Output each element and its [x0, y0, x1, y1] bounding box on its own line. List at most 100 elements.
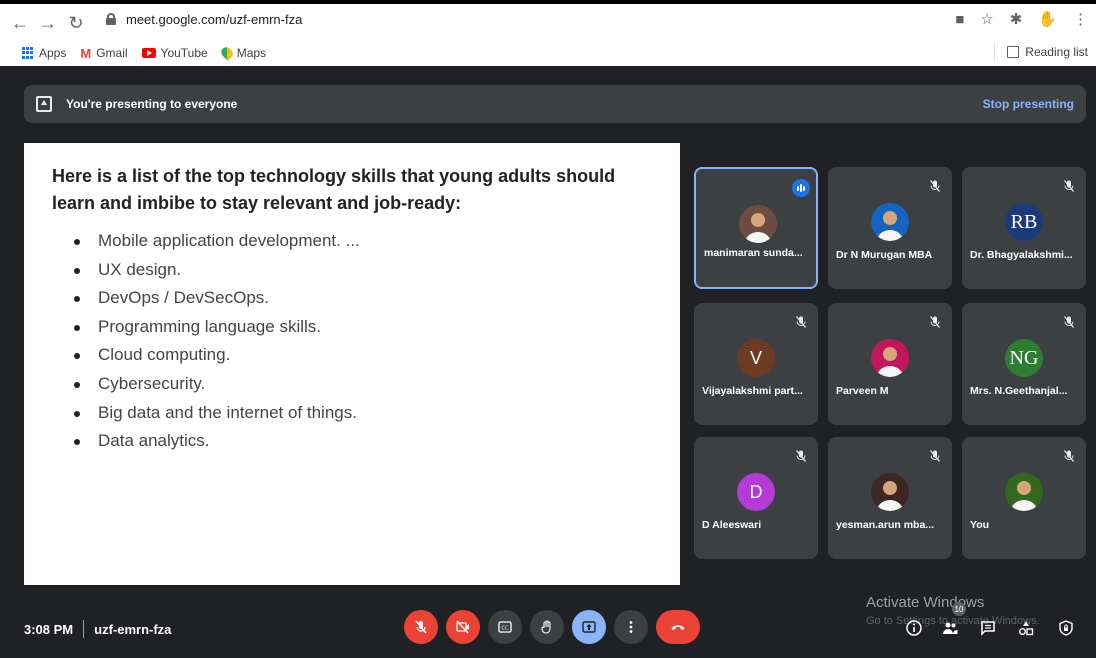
bookmark-apps[interactable]: Apps: [22, 46, 66, 60]
chat-icon: [981, 621, 995, 636]
slide-bullet: Mobile application development. ...: [52, 227, 652, 256]
participant-avatar: NG: [1005, 339, 1043, 377]
reload-icon[interactable]: ↻: [62, 11, 90, 35]
slide-bullet: Data analytics.: [52, 427, 652, 456]
present-now-button[interactable]: [572, 610, 606, 644]
participant-avatar: V: [737, 339, 775, 377]
divider: [83, 620, 85, 638]
browser-toolbar: ← → ↻ meet.google.com/uzf-emrn-fza ■ ☆ ✱…: [0, 0, 1096, 66]
youtube-icon: [141, 48, 156, 58]
slide-bullet: Programming language skills.: [52, 313, 652, 342]
bookmark-label: Gmail: [96, 46, 128, 60]
participant-name: Vijayalakshmi part...: [702, 385, 803, 397]
stop-presenting-button[interactable]: Stop presenting: [983, 97, 1074, 111]
menu-kebab-icon[interactable]: ⋮: [1073, 10, 1088, 28]
camera-off-icon: [456, 620, 469, 634]
reading-list-icon: [1007, 46, 1020, 58]
mic-muted-icon: [1062, 179, 1076, 193]
forward-icon[interactable]: →: [34, 11, 62, 35]
reading-list-label: Reading list: [1025, 45, 1088, 59]
meeting-details[interactable]: 3:08 PM uzf-emrn-fza: [24, 620, 171, 638]
participant-avatar: D: [737, 473, 775, 511]
gmail-icon: M: [80, 45, 92, 61]
hand-icon: [541, 620, 551, 634]
activities-icon: [1019, 621, 1034, 636]
participant-tile[interactable]: V Vijayalakshmi part...: [694, 303, 818, 425]
present-screen-icon: [36, 96, 52, 112]
participant-name: You: [970, 519, 990, 531]
slide-bullet: Big data and the internet of things.: [52, 399, 652, 428]
more-options-button[interactable]: [614, 610, 648, 644]
profile-icon[interactable]: ✋: [1038, 10, 1057, 28]
people-button[interactable]: [940, 618, 960, 638]
participant-name: yesman.arun mba...: [836, 519, 935, 531]
participant-tile[interactable]: Dr N Murugan MBA: [828, 167, 952, 289]
chat-button[interactable]: [978, 618, 998, 638]
address-bar[interactable]: meet.google.com/uzf-emrn-fza: [104, 7, 1004, 31]
leave-call-button[interactable]: [656, 610, 700, 644]
maps-icon: [218, 45, 235, 61]
presenting-message: You're presenting to everyone: [66, 97, 238, 111]
participant-tile[interactable]: RB Dr. Bhagyalakshmi...: [962, 167, 1086, 289]
extensions-icon[interactable]: ✱: [1010, 10, 1023, 28]
captions-icon: CC: [498, 621, 512, 633]
lock-icon: [104, 12, 118, 26]
participant-avatar: RB: [1005, 203, 1043, 241]
camera-off-button[interactable]: [446, 610, 480, 644]
mic-muted-icon: [928, 179, 942, 193]
mic-muted-icon: [1062, 315, 1076, 329]
bookmark-youtube[interactable]: YouTube: [141, 46, 208, 60]
bookmark-label: Maps: [236, 46, 267, 60]
participant-tile[interactable]: manimaran sunda...: [694, 167, 818, 289]
slide-title: Here is a list of the top technology ski…: [52, 166, 616, 213]
slide-bullet: Cybersecurity.: [52, 370, 652, 399]
participant-avatar: [871, 473, 909, 511]
raise-hand-button[interactable]: [530, 610, 564, 644]
svg-text:CC: CC: [502, 626, 509, 632]
participant-name: Dr. Bhagyalakshmi...: [970, 249, 1073, 261]
toolbar-right-icons: ■ ☆ ✱ ✋ ⋮: [955, 10, 1088, 29]
more-vert-icon: [629, 621, 633, 633]
slide-bullet: DevOps / DevSecOps.: [52, 284, 652, 313]
bookmark-label: YouTube: [160, 46, 208, 60]
participant-tile[interactable]: Parveen M: [828, 303, 952, 425]
back-icon[interactable]: ←: [6, 11, 34, 35]
participant-name: Mrs. N.Geethanjal...: [970, 385, 1068, 397]
bookmark-gmail[interactable]: M Gmail: [80, 46, 127, 61]
activities-button[interactable]: [1016, 618, 1036, 638]
speaking-indicator-icon: [792, 179, 810, 197]
meeting-info-button[interactable]: [904, 618, 924, 638]
people-icon: [943, 622, 958, 634]
mic-muted-icon: [928, 315, 942, 329]
meeting-code: uzf-emrn-fza: [94, 621, 172, 637]
apps-grid-icon: [22, 47, 34, 59]
mic-muted-icon: [794, 315, 808, 329]
meeting-time: 3:08 PM: [24, 621, 74, 637]
mic-off-button[interactable]: [404, 610, 438, 644]
participant-tile[interactable]: NG Mrs. N.Geethanjal...: [962, 303, 1086, 425]
mic-off-icon: [415, 620, 427, 634]
captions-button[interactable]: CC: [488, 610, 522, 644]
participant-tile[interactable]: yesman.arun mba...: [828, 437, 952, 559]
participant-tile[interactable]: You: [962, 437, 1086, 559]
participant-name: manimaran sunda...: [704, 247, 803, 259]
reading-list-button[interactable]: Reading list: [994, 44, 1088, 60]
host-controls-button[interactable]: [1056, 618, 1076, 638]
mic-muted-icon: [928, 449, 942, 463]
bookmark-maps[interactable]: Maps: [218, 45, 267, 61]
participant-name: Dr N Murugan MBA: [836, 249, 933, 261]
mic-muted-icon: [794, 449, 808, 463]
bookmarks-bar: Apps M Gmail YouTube Maps: [0, 40, 1096, 66]
slide-bullet-list: Mobile application development. ... UX d…: [52, 227, 652, 456]
bookmark-label: Apps: [39, 46, 67, 60]
end-call-icon: [671, 625, 685, 630]
participant-avatar: [871, 203, 909, 241]
participant-tile[interactable]: D D Aleeswari: [694, 437, 818, 559]
slide-bullet: UX design.: [52, 256, 652, 285]
bookmark-star-icon[interactable]: ☆: [980, 10, 993, 28]
presenting-banner: You're presenting to everyone Stop prese…: [24, 85, 1086, 123]
camera-indicator-icon[interactable]: ■: [955, 11, 964, 28]
activate-windows-title: Activate Windows: [866, 594, 985, 611]
shared-slide: Here is a list of the top technology ski…: [24, 143, 680, 585]
participant-avatar: [739, 205, 777, 243]
